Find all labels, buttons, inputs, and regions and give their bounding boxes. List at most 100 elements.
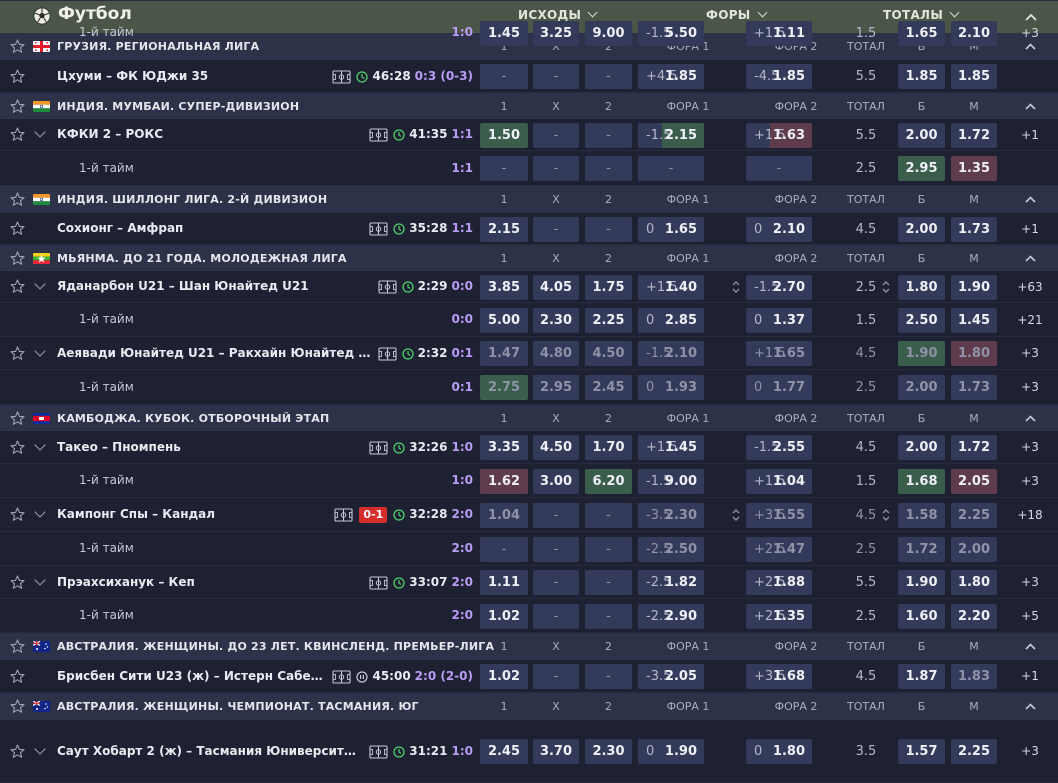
odds-o2[interactable]: - [585, 122, 632, 148]
star-icon[interactable] [10, 345, 25, 361]
star-icon[interactable] [10, 250, 25, 266]
odds-ox[interactable]: - [533, 64, 579, 89]
odds-ox[interactable]: 2.95 [533, 375, 579, 400]
handicap-h1[interactable]: +1.5 1.40 [638, 274, 704, 300]
odds-ox[interactable]: 3.00 [533, 468, 579, 494]
odds-o1[interactable]: 2.75 [480, 375, 528, 400]
star-icon[interactable] [10, 68, 25, 84]
league-name[interactable]: КАМБОДЖА. КУБОК. ОТБОРОЧНЫЙ ЭТАП [57, 412, 329, 425]
total-over[interactable]: 2.00 [898, 216, 945, 242]
odds-o2[interactable]: 2.30 [585, 739, 632, 764]
total-under[interactable]: 2.25 [951, 502, 997, 528]
live-stream-icon[interactable] [378, 346, 397, 361]
odds-ox[interactable]: 4.05 [533, 274, 579, 300]
chevron-up-icon[interactable] [1024, 640, 1037, 653]
star-icon[interactable] [10, 410, 25, 426]
odds-o1[interactable]: 2.15 [480, 216, 528, 242]
more-markets-link[interactable]: +3 [1010, 21, 1050, 46]
league-name[interactable]: ГРУЗИЯ. РЕГИОНАЛЬНАЯ ЛИГА [57, 40, 259, 53]
odds-o1[interactable]: - [480, 536, 528, 562]
live-stream-icon[interactable] [332, 669, 352, 684]
odds-o1[interactable]: 3.85 [480, 274, 528, 300]
odds-ox[interactable]: 4.80 [533, 341, 579, 366]
more-markets-link[interactable]: +3 [1010, 469, 1050, 494]
handicap-h1[interactable]: -2.5 2.50 [638, 536, 704, 562]
star-icon[interactable] [10, 507, 25, 522]
odds-o1[interactable]: 1.62 [480, 468, 528, 494]
live-stream-icon[interactable] [369, 222, 388, 236]
odds-ox[interactable]: - [533, 216, 579, 242]
star-icon[interactable] [10, 668, 25, 684]
total-under[interactable]: 1.80 [951, 570, 997, 595]
handicap-h1[interactable]: +4.5 1.85 [638, 64, 704, 89]
total-under[interactable]: 1.80 [951, 341, 997, 366]
total-over[interactable]: 1.80 [898, 274, 945, 300]
handicap-h2[interactable]: 0 1.37 [746, 307, 812, 333]
odds-ox[interactable]: 4.50 [533, 435, 579, 460]
event-teams[interactable]: Кампонг Спы – Кандал [57, 507, 328, 521]
total-under[interactable]: 1.35 [951, 156, 997, 181]
handicap-h2[interactable]: +3.5 1.55 [746, 502, 812, 528]
handicap-h1[interactable]: 0 2.85 [638, 307, 704, 333]
event-teams[interactable]: КФКИ 2 – РОКС [57, 127, 363, 141]
league-name[interactable]: ИНДИЯ. МУМБАИ. СУПЕР-ДИВИЗИОН [57, 100, 299, 113]
star-icon[interactable] [10, 221, 25, 236]
total-over[interactable]: 1.65 [898, 20, 945, 46]
handicap-h1[interactable]: 0 1.65 [638, 216, 704, 242]
totals-group-toggle[interactable]: ТОТАЛЫ [883, 7, 960, 22]
star-icon[interactable] [10, 39, 25, 54]
total-under[interactable]: 2.20 [951, 603, 997, 629]
event-teams[interactable]: Брисбен Сити U23 (ж) – Истерн Сабербс U2… [57, 669, 326, 683]
odds-o1[interactable]: 5.00 [480, 307, 528, 333]
event-teams[interactable]: Прэахсиханук – Кеп [57, 575, 363, 589]
handicap-h1[interactable]: 0 1.93 [638, 375, 704, 400]
total-under[interactable]: 1.85 [951, 64, 997, 89]
chevron-up-icon[interactable] [1024, 700, 1037, 713]
handicap-h2[interactable]: 0 2.10 [746, 216, 812, 242]
total-over[interactable]: 1.72 [898, 536, 945, 562]
handicap-h1[interactable]: -3.5 2.30 [638, 502, 704, 528]
star-icon[interactable] [10, 439, 25, 455]
odds-ox[interactable]: - [533, 502, 579, 528]
odds-ox[interactable]: - [533, 122, 579, 148]
odds-o1[interactable]: 2.45 [480, 739, 528, 764]
chevron-down-icon[interactable] [34, 126, 46, 138]
odds-ox[interactable]: - [533, 156, 579, 181]
total-under[interactable]: 1.45 [951, 307, 997, 333]
handicap-h2[interactable]: +1.5 1.11 [746, 20, 812, 46]
handicap-h1[interactable]: -1.5 5.50 [638, 20, 704, 46]
handicap-h2[interactable]: +1.5 1.04 [746, 468, 812, 494]
event-teams[interactable]: Аеявади Юнайтед U21 – Ракхайн Юнайтед U2… [57, 346, 372, 360]
total-over[interactable]: 1.68 [898, 468, 945, 494]
live-stream-icon[interactable] [369, 575, 388, 590]
chevron-down-icon[interactable] [34, 506, 46, 518]
star-icon[interactable] [10, 639, 25, 654]
live-stream-icon[interactable] [378, 280, 397, 294]
chevron-up-icon[interactable] [1024, 252, 1037, 265]
total-under[interactable]: 2.00 [951, 536, 997, 562]
total-under[interactable]: 2.10 [951, 20, 997, 46]
odds-o1[interactable]: - [480, 156, 528, 181]
odds-o1[interactable]: - [480, 64, 528, 89]
chevron-up-icon[interactable] [1024, 412, 1037, 425]
more-markets-link[interactable]: +3 [1010, 341, 1050, 366]
odds-o1[interactable]: 1.04 [480, 502, 528, 528]
chevron-up-icon[interactable] [1024, 193, 1037, 206]
total-over[interactable]: 1.60 [898, 603, 945, 629]
odds-o1[interactable]: 1.02 [480, 664, 528, 689]
odds-ox[interactable]: 3.25 [533, 20, 579, 46]
more-markets-link[interactable]: +1 [1010, 664, 1050, 689]
chevron-up-icon[interactable] [1024, 100, 1037, 113]
total-under[interactable]: 1.73 [951, 375, 997, 400]
more-markets-link[interactable]: +3 [1010, 435, 1050, 460]
star-icon[interactable] [10, 574, 25, 590]
live-stream-icon[interactable] [369, 744, 388, 759]
more-markets-link[interactable]: +3 [1010, 570, 1050, 595]
odds-o2[interactable]: 2.45 [585, 375, 632, 400]
handicap-h2[interactable]: +2.5 1.88 [746, 570, 812, 595]
handicap-h2[interactable]: +2.5 1.47 [746, 536, 812, 562]
chevron-down-icon[interactable] [34, 742, 46, 755]
more-markets-link[interactable]: +1 [1010, 123, 1050, 148]
handicap-h2[interactable]: +2.5 1.35 [746, 603, 812, 629]
league-name[interactable]: ИНДИЯ. ШИЛЛОНГ ЛИГА. 2-Й ДИВИЗИОН [57, 193, 327, 206]
